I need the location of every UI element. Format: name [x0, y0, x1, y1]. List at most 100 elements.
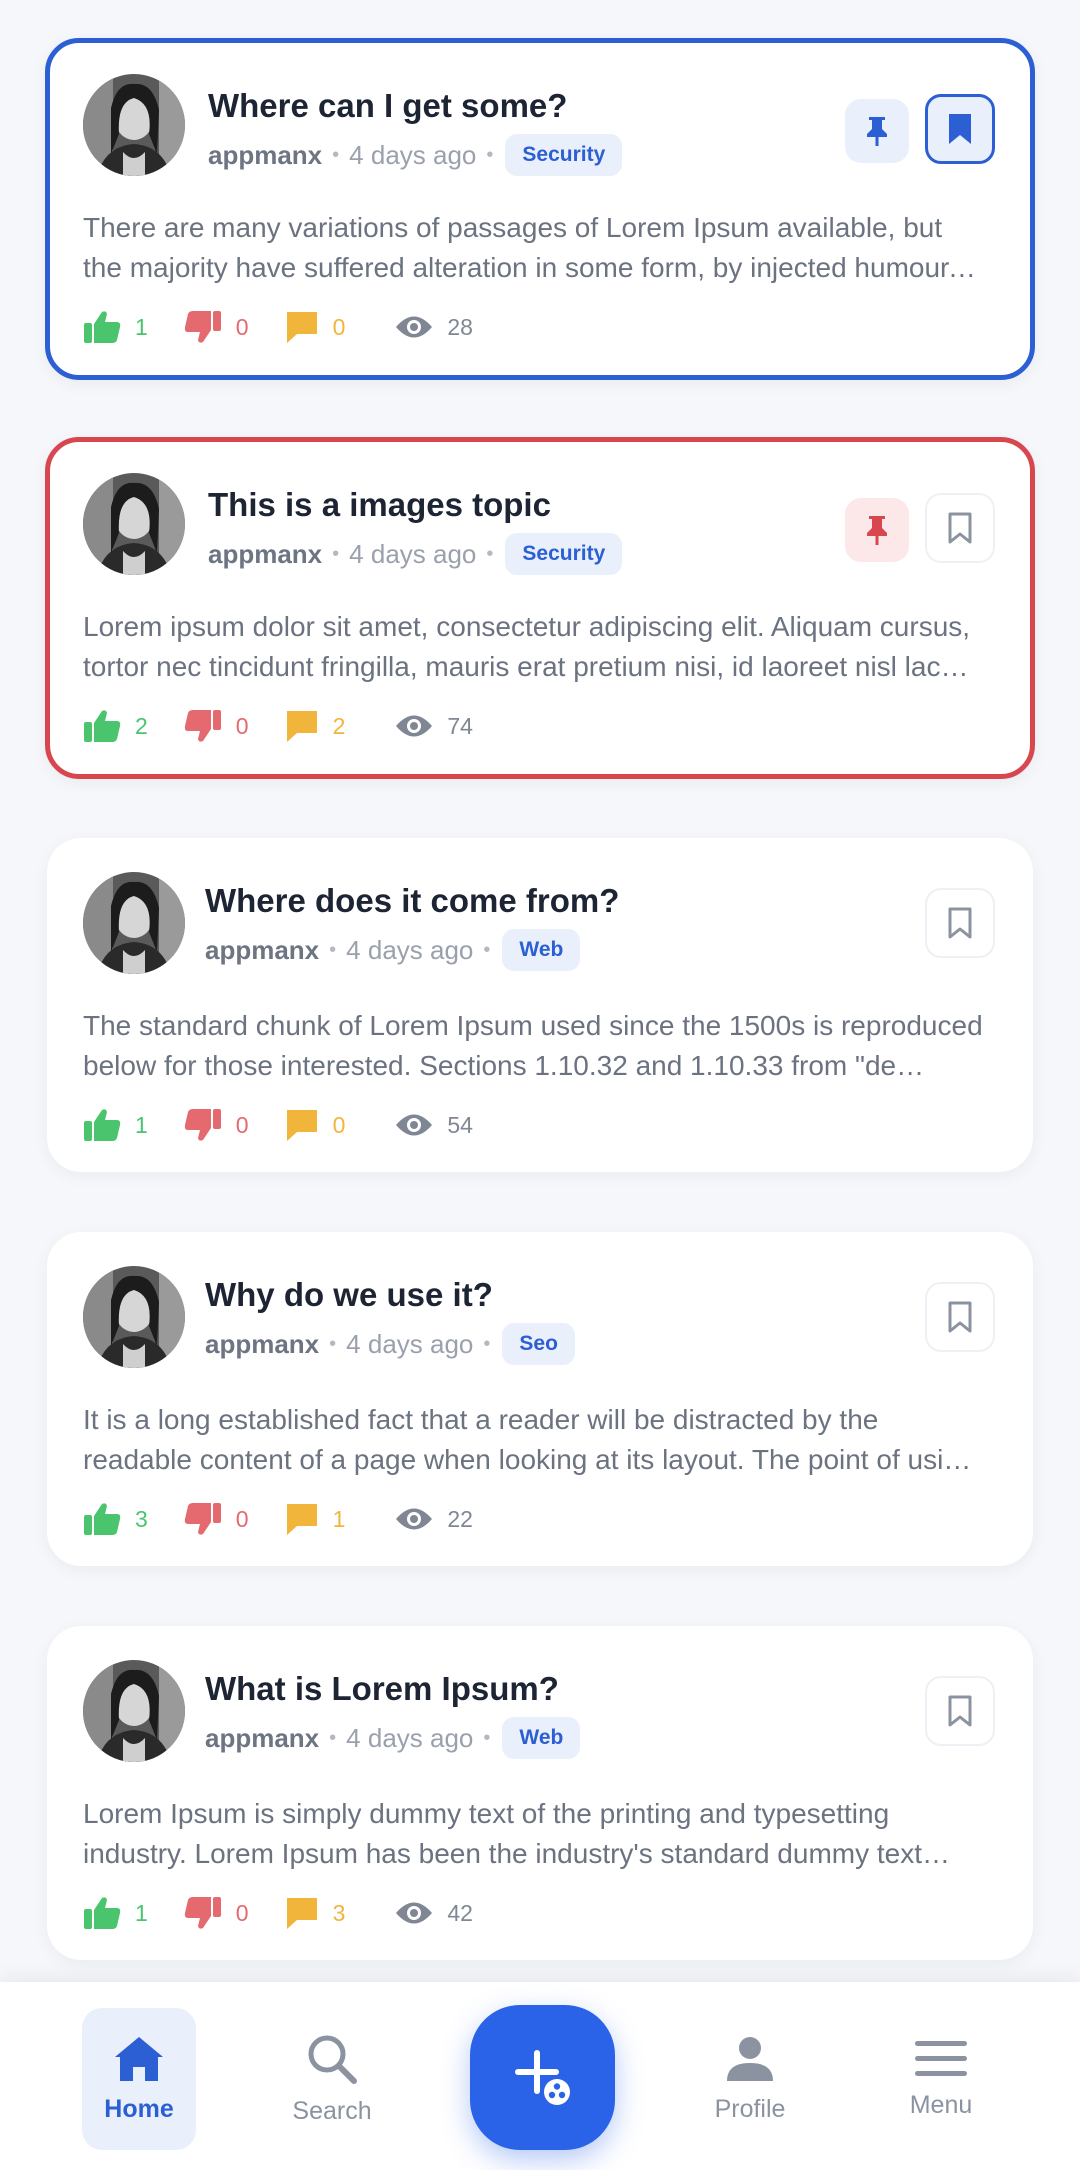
avatar[interactable]: [83, 74, 185, 176]
views-count: 54: [447, 1111, 473, 1138]
thumbs-up-icon: [84, 1503, 121, 1535]
bookmark-button[interactable]: [925, 1676, 995, 1746]
meta-separator: •: [486, 542, 494, 565]
bookmark-button[interactable]: [925, 493, 995, 563]
post-excerpt[interactable]: There are many variations of passages of…: [83, 208, 983, 288]
post-meta: appmanx • 4 days ago • Web: [205, 1717, 581, 1759]
thumbs-up-icon: [84, 311, 121, 343]
post-title[interactable]: What is Lorem Ipsum?: [205, 1670, 559, 1708]
comment-button[interactable]: 0: [285, 310, 345, 344]
post-meta: appmanx • 4 days ago • Seo: [205, 1323, 575, 1365]
like-button[interactable]: 2: [83, 709, 148, 743]
post-stats: 1 0 0 28: [83, 310, 509, 344]
nav-menu[interactable]: Menu: [884, 2008, 998, 2150]
nav-search[interactable]: Search: [275, 2008, 389, 2150]
meta-separator: •: [483, 1726, 491, 1749]
post-meta: appmanx • 4 days ago • Security: [208, 533, 623, 575]
post-time: 4 days ago: [346, 1328, 474, 1359]
bookmark-icon: [949, 114, 971, 144]
post-time: 4 days ago: [346, 1722, 474, 1753]
like-button[interactable]: 1: [83, 1108, 148, 1142]
avatar[interactable]: [83, 1660, 185, 1762]
post-card[interactable]: What is Lorem Ipsum? appmanx • 4 days ag…: [47, 1626, 1033, 1960]
thumbs-down-icon: [184, 311, 221, 343]
eye-icon: [396, 316, 433, 338]
pin-button[interactable]: [845, 99, 909, 163]
dislike-button[interactable]: 0: [184, 1896, 249, 1930]
post-card[interactable]: Why do we use it? appmanx • 4 days ago •…: [47, 1232, 1033, 1566]
like-button[interactable]: 1: [83, 310, 148, 344]
category-badge[interactable]: Web: [502, 1717, 581, 1759]
post-excerpt[interactable]: The standard chunk of Lorem Ipsum used s…: [83, 1006, 983, 1086]
category-badge[interactable]: Security: [505, 533, 623, 575]
pin-icon: [867, 117, 887, 146]
nav-profile[interactable]: Profile: [693, 2008, 807, 2150]
post-author[interactable]: appmanx: [208, 140, 322, 171]
post-author[interactable]: appmanx: [205, 1723, 319, 1754]
post-excerpt[interactable]: Lorem ipsum dolor sit amet, consectetur …: [83, 607, 983, 687]
post-card[interactable]: Where can I get some? appmanx • 4 days a…: [45, 38, 1035, 380]
nav-home[interactable]: Home: [82, 2008, 196, 2150]
nav-home-label: Home: [104, 2094, 174, 2123]
comment-button[interactable]: 3: [285, 1896, 346, 1930]
pin-icon: [867, 516, 887, 545]
dislike-button[interactable]: 0: [184, 1108, 249, 1142]
bookmark-button[interactable]: [925, 1282, 995, 1352]
avatar[interactable]: [83, 872, 185, 974]
post-time: 4 days ago: [349, 538, 477, 569]
dislike-button[interactable]: 0: [184, 310, 249, 344]
views-count: 74: [447, 712, 473, 739]
post-excerpt[interactable]: Lorem Ipsum is simply dummy text of the …: [83, 1794, 983, 1874]
avatar[interactable]: [83, 1266, 185, 1368]
meta-separator: •: [483, 938, 491, 961]
meta-separator: •: [329, 938, 337, 961]
views-stat: 54: [395, 1112, 473, 1139]
bookmark-icon: [948, 907, 972, 939]
post-title[interactable]: This is a images topic: [208, 486, 551, 524]
bookmark-icon: [948, 512, 972, 544]
post-card[interactable]: Where does it come from? appmanx • 4 day…: [47, 838, 1033, 1172]
meta-separator: •: [486, 143, 494, 166]
post-author[interactable]: appmanx: [205, 1329, 319, 1360]
comment-icon: [286, 711, 317, 742]
comment-count: 2: [332, 712, 346, 739]
comment-count: 3: [332, 1899, 346, 1926]
nav-search-label: Search: [292, 2096, 372, 2125]
post-stats: 3 0 1 22: [83, 1502, 509, 1536]
views-stat: 74: [395, 713, 473, 740]
thumbs-down-icon: [184, 1109, 221, 1141]
post-excerpt[interactable]: It is a long established fact that a rea…: [83, 1400, 983, 1480]
bookmark-button[interactable]: [925, 94, 995, 164]
post-title[interactable]: Why do we use it?: [205, 1276, 493, 1314]
comment-button[interactable]: 2: [285, 709, 346, 743]
post-title[interactable]: Where can I get some?: [208, 87, 567, 125]
avatar[interactable]: [83, 473, 185, 575]
dislike-count: 0: [235, 1899, 249, 1926]
bookmark-button[interactable]: [925, 888, 995, 958]
thumbs-down-icon: [184, 1503, 221, 1535]
dislike-button[interactable]: 0: [184, 1502, 249, 1536]
category-badge[interactable]: Security: [505, 134, 623, 176]
like-button[interactable]: 1: [83, 1896, 148, 1930]
comment-button[interactable]: 1: [285, 1502, 345, 1536]
thumbs-down-icon: [184, 710, 221, 742]
eye-icon: [396, 1508, 433, 1530]
dislike-button[interactable]: 0: [184, 709, 249, 743]
user-icon: [727, 2036, 773, 2081]
like-button[interactable]: 3: [83, 1502, 148, 1536]
post-title[interactable]: Where does it come from?: [205, 882, 619, 920]
post-author[interactable]: appmanx: [205, 935, 319, 966]
pin-button[interactable]: [845, 498, 909, 562]
category-badge[interactable]: Web: [502, 929, 581, 971]
post-stats: 1 0 0 54: [83, 1108, 509, 1142]
post-meta: appmanx • 4 days ago • Security: [208, 134, 623, 176]
plus-icon: [514, 2049, 570, 2105]
views-stat: 28: [395, 314, 473, 341]
comment-button[interactable]: 0: [285, 1108, 345, 1142]
category-badge[interactable]: Seo: [502, 1323, 575, 1365]
thumbs-up-icon: [84, 710, 121, 742]
post-card[interactable]: This is a images topic appmanx • 4 days …: [45, 437, 1035, 779]
comment-icon: [286, 1504, 317, 1535]
post-author[interactable]: appmanx: [208, 539, 322, 570]
create-post-button[interactable]: [470, 2005, 615, 2150]
